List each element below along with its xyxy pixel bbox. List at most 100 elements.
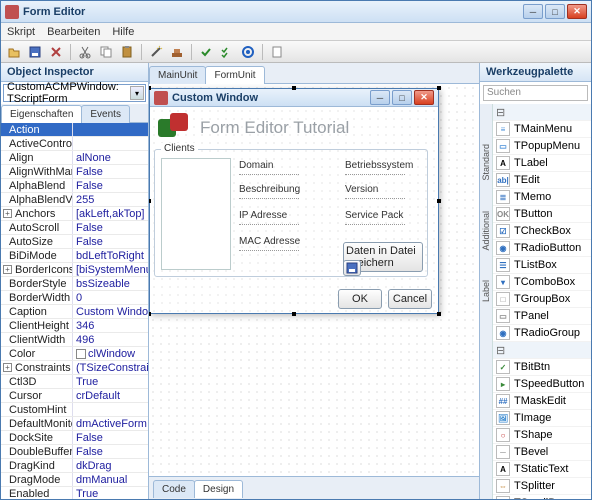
size-handle[interactable] bbox=[149, 312, 151, 316]
tab-code[interactable]: Code bbox=[153, 480, 195, 498]
property-row[interactable]: ColorclWindow bbox=[1, 347, 148, 361]
property-row[interactable]: BiDiModebdLeftToRight bbox=[1, 249, 148, 263]
disk-icon-button[interactable] bbox=[343, 260, 361, 276]
vtab-standard[interactable]: Standard bbox=[481, 144, 491, 181]
property-value[interactable]: False bbox=[73, 221, 148, 234]
size-handle[interactable] bbox=[437, 312, 441, 316]
property-value[interactable] bbox=[73, 403, 148, 416]
property-value[interactable]: dmActiveForm bbox=[73, 417, 148, 430]
copy-icon[interactable] bbox=[97, 43, 115, 61]
collapse-icon[interactable]: ⊟ bbox=[496, 344, 506, 357]
tab-formunit[interactable]: FormUnit bbox=[205, 66, 264, 84]
property-row[interactable]: DoubleBufferedFalse bbox=[1, 445, 148, 459]
property-grid[interactable]: ActionActiveControlAlignalNoneAlignWithM… bbox=[1, 123, 148, 499]
property-value[interactable]: clWindow bbox=[73, 347, 148, 360]
palette-item[interactable]: 🖼TImage bbox=[493, 410, 591, 427]
property-row[interactable]: CustomHint bbox=[1, 403, 148, 417]
property-row[interactable]: AlphaBlendValue255 bbox=[1, 193, 148, 207]
property-value[interactable]: bsSizeable bbox=[73, 277, 148, 290]
property-row[interactable]: DockSiteFalse bbox=[1, 431, 148, 445]
palette-item[interactable]: ATStaticText bbox=[493, 461, 591, 478]
expand-icon[interactable]: + bbox=[3, 265, 12, 274]
palette-item[interactable]: ▾TComboBox bbox=[493, 274, 591, 291]
paste-icon[interactable] bbox=[118, 43, 136, 61]
property-row[interactable]: ClientWidth496 bbox=[1, 333, 148, 347]
minimize-button[interactable]: ─ bbox=[523, 4, 543, 19]
maximize-button[interactable]: □ bbox=[545, 4, 565, 19]
size-handle[interactable] bbox=[292, 86, 296, 90]
palette-item[interactable]: □TGroupBox bbox=[493, 291, 591, 308]
menu-bearbeiten[interactable]: Bearbeiten bbox=[47, 26, 100, 38]
design-canvas[interactable]: Custom Window ─ □ ✕ Form Editor Tutorial bbox=[149, 84, 479, 476]
clients-groupbox[interactable]: Clients Domain Beschreibung IP Adresse M… bbox=[154, 149, 428, 277]
property-row[interactable]: Action bbox=[1, 123, 148, 137]
property-value[interactable]: 0 bbox=[73, 291, 148, 304]
property-row[interactable]: ActiveControl bbox=[1, 137, 148, 151]
size-handle[interactable] bbox=[149, 199, 151, 203]
property-row[interactable]: +Anchors[akLeft,akTop] bbox=[1, 207, 148, 221]
palette-item[interactable]: ○TShape bbox=[493, 427, 591, 444]
property-value[interactable]: dkDrag bbox=[73, 459, 148, 472]
palette-item[interactable]: ⇔TSplitter bbox=[493, 478, 591, 495]
palette-item[interactable]: ◉TRadioButton bbox=[493, 240, 591, 257]
palette-item[interactable]: ##TMaskEdit bbox=[493, 393, 591, 410]
property-row[interactable]: ClientHeight346 bbox=[1, 319, 148, 333]
palette-item[interactable]: ◉TRadioGroup bbox=[493, 325, 591, 342]
property-row[interactable]: DragModedmManual bbox=[1, 473, 148, 487]
property-value[interactable]: True bbox=[73, 375, 148, 388]
expand-icon[interactable]: + bbox=[3, 209, 12, 218]
palette-item[interactable]: ▭TPopupMenu bbox=[493, 138, 591, 155]
form-min-button[interactable]: ─ bbox=[370, 90, 390, 105]
property-value[interactable]: False bbox=[73, 445, 148, 458]
form-close-button[interactable]: ✕ bbox=[414, 90, 434, 105]
property-value[interactable]: bdLeftToRight bbox=[73, 249, 148, 262]
property-row[interactable]: CursorcrDefault bbox=[1, 389, 148, 403]
ok-button[interactable]: OK bbox=[338, 289, 382, 309]
property-value[interactable] bbox=[73, 137, 148, 150]
property-value[interactable]: dmManual bbox=[73, 473, 148, 486]
property-value[interactable]: [akLeft,akTop] bbox=[73, 207, 148, 220]
property-value[interactable]: crDefault bbox=[73, 389, 148, 402]
custom-window-form[interactable]: Custom Window ─ □ ✕ Form Editor Tutorial bbox=[149, 88, 439, 314]
property-row[interactable]: AlignWithMarginsFalse bbox=[1, 165, 148, 179]
cancel-button[interactable]: Cancel bbox=[388, 289, 432, 309]
size-handle[interactable] bbox=[149, 86, 151, 90]
chevron-down-icon[interactable]: ▾ bbox=[130, 86, 144, 100]
collapse-icon[interactable]: ⊟ bbox=[496, 106, 506, 119]
checkall-icon[interactable] bbox=[218, 43, 236, 61]
doc-icon[interactable] bbox=[268, 43, 286, 61]
title-bar[interactable]: Form Editor ─ □ ✕ bbox=[1, 1, 591, 23]
palette-item[interactable]: OKTButton bbox=[493, 206, 591, 223]
property-row[interactable]: +BorderIcons[biSystemMenu,b... bbox=[1, 263, 148, 277]
property-value[interactable]: [biSystemMenu,b... bbox=[73, 263, 148, 276]
palette-item[interactable]: ☰TListBox bbox=[493, 257, 591, 274]
close-button[interactable]: ✕ bbox=[567, 4, 587, 19]
palette-item[interactable]: ATLabel bbox=[493, 155, 591, 172]
tab-design[interactable]: Design bbox=[194, 480, 243, 498]
property-row[interactable]: AlignalNone bbox=[1, 151, 148, 165]
property-row[interactable]: CaptionCustom Window bbox=[1, 305, 148, 319]
property-value[interactable]: False bbox=[73, 431, 148, 444]
save-icon[interactable] bbox=[26, 43, 44, 61]
palette-item[interactable]: ✓TBitBtn bbox=[493, 359, 591, 376]
run-icon[interactable] bbox=[239, 43, 257, 61]
property-row[interactable]: DragKinddkDrag bbox=[1, 459, 148, 473]
property-row[interactable]: AutoSizeFalse bbox=[1, 235, 148, 249]
property-value[interactable]: (TSizeConstraints) bbox=[73, 361, 148, 374]
property-row[interactable]: BorderStylebsSizeable bbox=[1, 277, 148, 291]
size-handle[interactable] bbox=[437, 86, 441, 90]
property-value[interactable]: 255 bbox=[73, 193, 148, 206]
property-value[interactable]: False bbox=[73, 179, 148, 192]
tab-eigenschaften[interactable]: Eigenschaften bbox=[1, 105, 82, 123]
check-icon[interactable] bbox=[197, 43, 215, 61]
palette-item[interactable]: ▭TPanel bbox=[493, 308, 591, 325]
property-row[interactable]: DefaultMonitordmActiveForm bbox=[1, 417, 148, 431]
palette-group[interactable]: ⊟ bbox=[493, 104, 591, 121]
property-value[interactable] bbox=[73, 123, 148, 136]
palette-item[interactable]: ▭TScrollBox bbox=[493, 495, 591, 499]
vtab-additional[interactable]: Additional bbox=[481, 211, 491, 251]
property-row[interactable]: EnabledTrue bbox=[1, 487, 148, 499]
palette-item[interactable]: ☑TCheckBox bbox=[493, 223, 591, 240]
property-value[interactable]: alNone bbox=[73, 151, 148, 164]
palette-item[interactable]: ab|TEdit bbox=[493, 172, 591, 189]
